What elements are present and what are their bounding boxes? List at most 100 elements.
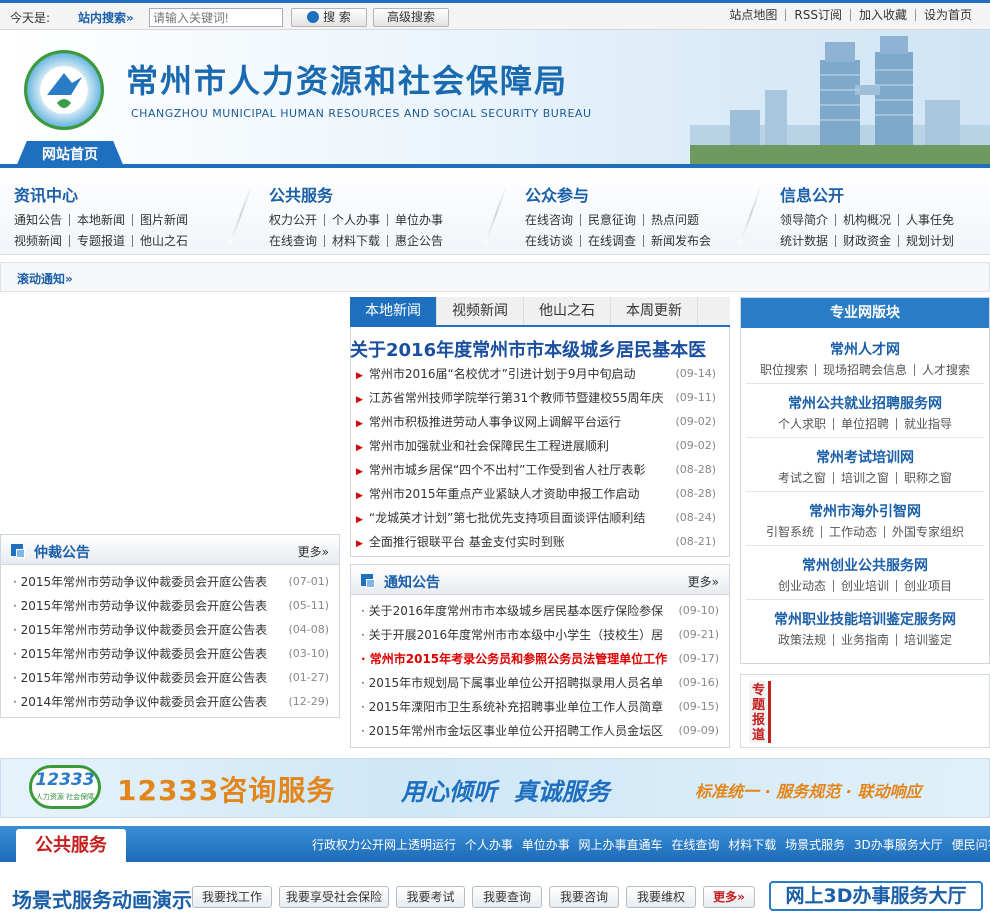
menu-title[interactable]: 公共服务: [269, 182, 495, 206]
public-service-link[interactable]: 材料下载: [728, 838, 776, 852]
consult-12333-banner[interactable]: 12333 人力资源 社会保障 12333咨询服务 用心倾听 真诚服务 标准统一…: [0, 758, 990, 818]
pro-site-link[interactable]: 引智系统: [759, 526, 821, 538]
menu-title[interactable]: 信息公开: [780, 182, 990, 206]
list-item[interactable]: ▶ 常州市城乡居保“四个不出村”工作受到省人社厅表彰 (08-28): [356, 458, 726, 482]
menu-title[interactable]: 公众参与: [525, 182, 751, 206]
pro-site-name[interactable]: 常州考试培训网: [746, 447, 984, 467]
menu-link[interactable]: 规划计划: [898, 235, 961, 247]
menu-link[interactable]: 财政资金: [835, 235, 898, 247]
list-item[interactable]: · 2015年常州市金坛区事业单位公开招聘工作人员金坛区 (09-09): [351, 719, 729, 743]
public-service-link[interactable]: 在线查询: [671, 838, 719, 852]
pro-site-link[interactable]: 创业培训: [832, 580, 896, 592]
pro-site-name[interactable]: 常州人才网: [746, 339, 984, 359]
list-item[interactable]: · 常州市2015年考录公务员和参照公务员法管理单位工作 (09-17): [351, 647, 729, 671]
scenario-pill[interactable]: 我要查询: [472, 886, 542, 908]
list-item[interactable]: · 2015年常州市劳动争议仲裁委员会开庭公告表 (03-10): [1, 642, 339, 666]
more-link[interactable]: 更多»: [298, 543, 329, 560]
list-item[interactable]: ▶ 常州市加强就业和社会保障民生工程进展顺利 (09-02): [356, 434, 726, 458]
list-item[interactable]: · 2015年溧阳市卫生系统补充招聘事业单位工作人员简章 (09-15): [351, 695, 729, 719]
menu-link[interactable]: 材料下载: [324, 235, 387, 247]
pro-site-link[interactable]: 考试之窗: [771, 472, 833, 484]
news-headline[interactable]: 关于2016年度常州市市本级城乡居民基本医: [350, 336, 730, 362]
list-item[interactable]: · 2015年常州市劳动争议仲裁委员会开庭公告表 (05-11): [1, 594, 339, 618]
top-link-rss[interactable]: RSS订阅: [785, 9, 850, 21]
menu-link[interactable]: 民意征询: [580, 214, 643, 226]
tab-video-news[interactable]: 视频新闻: [437, 297, 524, 325]
tab-local-news[interactable]: 本地新闻: [350, 297, 437, 325]
pro-site-link[interactable]: 创业动态: [771, 580, 833, 592]
list-item[interactable]: ▶ 常州市2016届“名校优才”引进计划于9月中旬启动 (09-14): [356, 362, 726, 386]
scenario-pill[interactable]: 我要考试: [396, 886, 465, 908]
pro-site-link[interactable]: 个人求职: [771, 418, 833, 430]
public-service-link[interactable]: 行政权力公开网上透明运行: [312, 838, 456, 852]
pro-site-name[interactable]: 常州公共就业招聘服务网: [746, 393, 984, 413]
menu-link[interactable]: 在线访谈: [525, 235, 580, 247]
scenario-pill[interactable]: 我要享受社会保险: [279, 886, 389, 908]
menu-link[interactable]: 本地新闻: [69, 214, 132, 226]
home-tab[interactable]: 网站首页: [16, 141, 124, 167]
list-item[interactable]: ▶ “龙城英才计划”第七批优先支持项目面谈评估顺利结 (08-24): [356, 506, 726, 530]
pro-site-link[interactable]: 政策法规: [771, 634, 833, 646]
list-item[interactable]: · 关于2016年度常州市市本级城乡居民基本医疗保险参保 (09-10): [351, 599, 729, 623]
more-link[interactable]: 更多»: [688, 573, 719, 590]
menu-link[interactable]: 图片新闻: [132, 214, 195, 226]
menu-link[interactable]: 统计数据: [780, 235, 835, 247]
list-item[interactable]: · 2015年市规划局下属事业单位公开招聘拟录用人员名单 (09-16): [351, 671, 729, 695]
public-service-link[interactable]: 个人办事: [465, 838, 513, 852]
menu-link[interactable]: 新闻发布会: [643, 235, 718, 247]
menu-link[interactable]: 惠企公告: [387, 235, 450, 247]
pro-site-name[interactable]: 常州市海外引智网: [746, 501, 984, 521]
menu-title[interactable]: 资讯中心: [14, 182, 240, 206]
scenario-pill[interactable]: 我要找工作: [192, 886, 272, 908]
pro-site-link[interactable]: 创业项目: [896, 580, 959, 592]
menu-link[interactable]: 通知公告: [14, 214, 69, 226]
pro-site-link[interactable]: 培训之窗: [832, 472, 896, 484]
search-input[interactable]: [149, 8, 283, 27]
menu-link[interactable]: 他山之石: [132, 235, 195, 247]
top-link-favorite[interactable]: 加入收藏: [849, 9, 915, 21]
pro-site-link[interactable]: 业务指南: [832, 634, 896, 646]
menu-link[interactable]: 领导简介: [780, 214, 835, 226]
menu-link[interactable]: 专题报道: [69, 235, 132, 247]
pro-site-link[interactable]: 外国专家组织: [884, 526, 971, 538]
public-service-link[interactable]: 3D办事服务大厅: [854, 838, 943, 852]
pro-site-link[interactable]: 人才搜索: [914, 364, 977, 376]
public-service-link[interactable]: 网上办事直通车: [579, 838, 663, 852]
pro-site-name[interactable]: 常州创业公共服务网: [746, 555, 984, 575]
search-button[interactable]: 搜 索: [291, 8, 367, 27]
list-item[interactable]: · 2015年常州市劳动争议仲裁委员会开庭公告表 (07-01): [1, 570, 339, 594]
pro-site-link[interactable]: 职称之窗: [896, 472, 959, 484]
list-item[interactable]: · 2015年常州市劳动争议仲裁委员会开庭公告表 (04-08): [1, 618, 339, 642]
public-service-link[interactable]: 场景式服务: [785, 838, 845, 852]
public-service-link[interactable]: 单位办事: [522, 838, 570, 852]
top-link-homepage[interactable]: 设为首页: [914, 9, 980, 21]
list-item[interactable]: ▶ 江苏省常州技师学院举行第31个教师节暨建校55周年庆 (09-11): [356, 386, 726, 410]
menu-link[interactable]: 权力公开: [269, 214, 324, 226]
public-service-link[interactable]: 便民问答: [952, 838, 990, 852]
top-link-sitemap[interactable]: 站点地图: [721, 9, 785, 21]
list-item[interactable]: · 关于开展2016年度常州市市本级中小学生（技校生）居 (09-21): [351, 623, 729, 647]
topic-report-panel[interactable]: 专题报道: [740, 674, 990, 748]
public-services-tab[interactable]: 公共服务: [16, 829, 126, 863]
list-item[interactable]: ▶ 常州市2015年重点产业紧缺人才资助申报工作启动 (08-28): [356, 482, 726, 506]
list-item[interactable]: · 2014年常州市劳动争议仲裁委员会开庭公告表 (12-29): [1, 690, 339, 714]
pro-site-link[interactable]: 培训鉴定: [896, 634, 959, 646]
menu-link[interactable]: 机构概况: [835, 214, 898, 226]
pro-site-link[interactable]: 职位搜索: [753, 364, 815, 376]
scenario-pill[interactable]: 我要维权: [626, 886, 696, 908]
scenario-more-button[interactable]: 更多»: [703, 886, 755, 908]
pro-site-link[interactable]: 就业指导: [896, 418, 959, 430]
menu-link[interactable]: 在线查询: [269, 235, 324, 247]
picture-news-area[interactable]: [0, 297, 340, 529]
menu-link[interactable]: 视频新闻: [14, 235, 69, 247]
menu-link[interactable]: 在线调查: [580, 235, 643, 247]
menu-link[interactable]: 人事任免: [898, 214, 961, 226]
tab-weekly-update[interactable]: 本周更新: [611, 297, 698, 325]
advanced-search-button[interactable]: 高级搜索: [373, 8, 449, 27]
menu-link[interactable]: 个人办事: [324, 214, 387, 226]
menu-link[interactable]: 单位办事: [387, 214, 450, 226]
pro-site-name[interactable]: 常州职业技能培训鉴定服务网: [746, 609, 984, 629]
pro-site-link[interactable]: 单位招聘: [832, 418, 896, 430]
list-item[interactable]: ▶ 常州市积极推进劳动人事争议网上调解平台运行 (09-02): [356, 410, 726, 434]
pro-site-link[interactable]: 现场招聘会信息: [814, 364, 914, 376]
